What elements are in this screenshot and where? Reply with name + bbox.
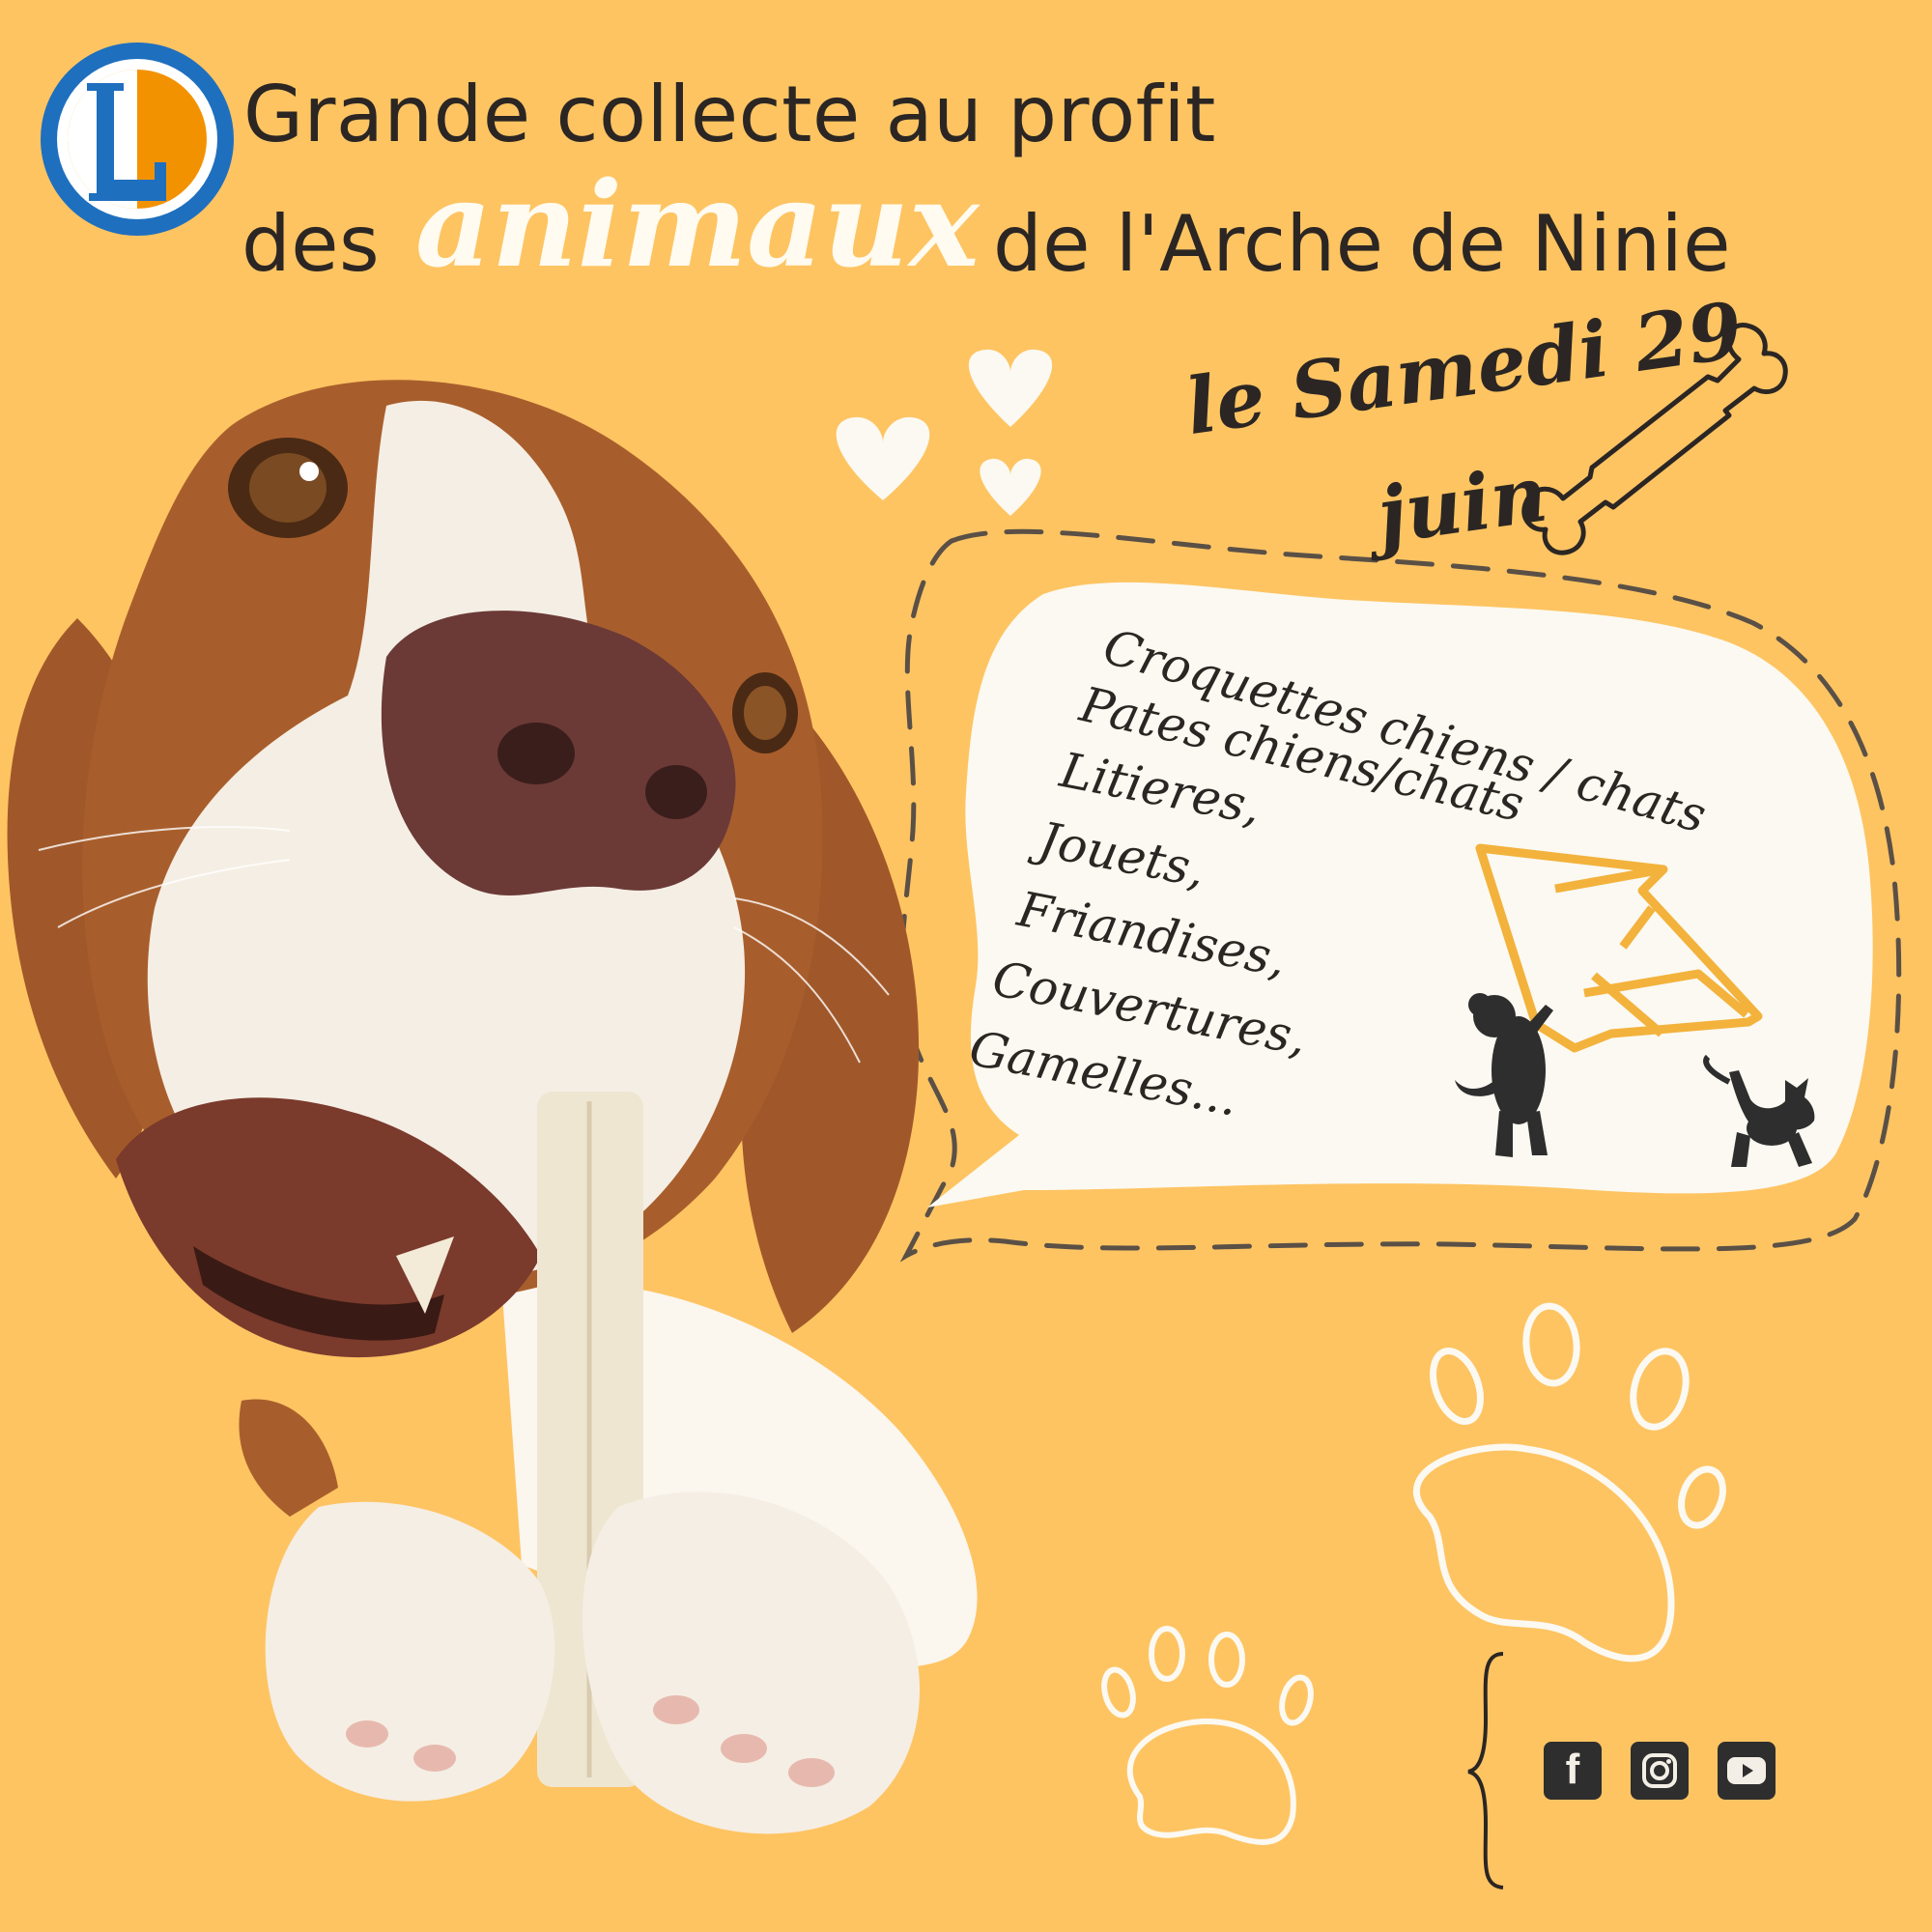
dog-photo: [7, 380, 978, 1834]
youtube-glyph: [1727, 1757, 1766, 1784]
list-item: Jouets,: [1034, 811, 1210, 899]
curly-brace: [1467, 1652, 1504, 1889]
brand-logo: [41, 43, 234, 236]
small-paw-print-icon: [1101, 1626, 1314, 1845]
facebook-icon[interactable]: f: [1544, 1742, 1602, 1800]
heart-icons: [836, 349, 1053, 516]
headline-highlight-animaux: animaux: [415, 155, 980, 294]
headline-des: des: [242, 199, 381, 289]
instagram-glyph: [1642, 1753, 1677, 1788]
large-paw-print-icon: [1412, 1302, 1726, 1662]
headline-line1: Grande collecte au profit: [243, 70, 1216, 159]
donation-items-list: Croquettes chiens / chats Pates chiens/c…: [965, 618, 1713, 1159]
facebook-letter: f: [1565, 1746, 1580, 1793]
instagram-icon[interactable]: [1631, 1742, 1689, 1800]
headline-arche-de-ninie: de l'Arche de Ninie: [993, 199, 1731, 289]
youtube-icon[interactable]: [1718, 1742, 1776, 1800]
